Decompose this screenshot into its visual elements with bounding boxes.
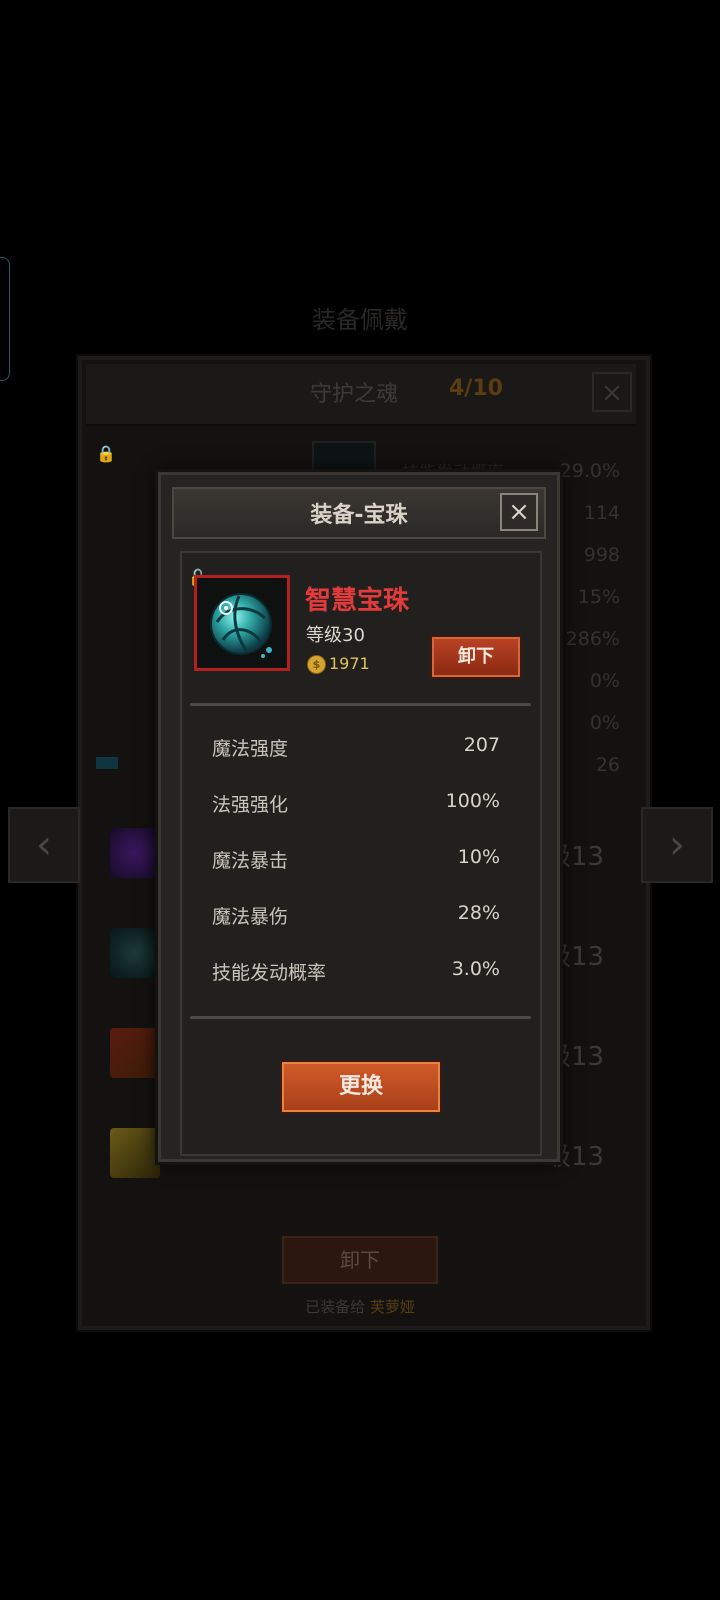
divider xyxy=(190,1016,531,1019)
stat-value-skill-proc: 3.0% xyxy=(451,958,500,980)
skill-puzzle-icon[interactable] xyxy=(110,1028,160,1078)
bg-unequip-button[interactable]: 卸下 xyxy=(282,1236,438,1284)
bg-progress-bar xyxy=(96,757,118,769)
bg-equipped-to: 已装备给 芙萝娅 xyxy=(0,1296,720,1317)
bg-close-icon[interactable]: × xyxy=(592,372,632,412)
next-arrow-icon[interactable]: › xyxy=(641,807,713,883)
swap-button[interactable]: 更换 xyxy=(282,1062,440,1112)
stat-label-skill-proc: 技能发动概率 xyxy=(212,962,327,984)
orb-icon xyxy=(210,593,272,658)
item-name: 智慧宝珠 xyxy=(305,586,410,616)
prev-arrow-icon[interactable]: ‹ xyxy=(8,807,80,883)
skill-vortex-icon[interactable] xyxy=(110,828,160,878)
item-icon-frame xyxy=(194,575,290,671)
stat-value-magic-power: 207 xyxy=(463,734,500,756)
item-level: 等级30 xyxy=(306,625,365,646)
item-price: 1971 xyxy=(329,654,370,673)
stat-value-magic-crit: 10% xyxy=(457,846,500,868)
unequip-button[interactable]: 卸下 xyxy=(432,637,520,677)
stat-value-magic-crit-damage: 28% xyxy=(457,902,500,924)
close-icon[interactable]: × xyxy=(500,493,538,531)
stat-label-magic-power: 魔法强度 xyxy=(212,738,289,760)
divider xyxy=(190,703,531,706)
equipped-prefix: 已装备给 xyxy=(305,1298,366,1316)
modal-title: 装备-宝珠 xyxy=(310,503,408,528)
skill-burst-icon[interactable] xyxy=(110,1128,160,1178)
bg-lock-icon: 🔒 xyxy=(96,444,116,463)
stat-label-magic-enhance: 法强强化 xyxy=(212,794,289,816)
bg-page-title: 装备佩戴 xyxy=(312,306,408,334)
skill-orb-icon[interactable] xyxy=(110,928,160,978)
bg-panel-count: 4/10 xyxy=(449,376,503,401)
stat-value-magic-enhance: 100% xyxy=(445,790,500,812)
equipped-hero-name: 芙萝娅 xyxy=(369,1298,415,1316)
stat-label-magic-crit-damage: 魔法暴伤 xyxy=(212,906,289,928)
coin-icon: $ xyxy=(307,655,326,674)
stat-label-magic-crit: 魔法暴击 xyxy=(212,850,289,872)
bg-panel-title: 守护之魂 xyxy=(310,382,399,407)
